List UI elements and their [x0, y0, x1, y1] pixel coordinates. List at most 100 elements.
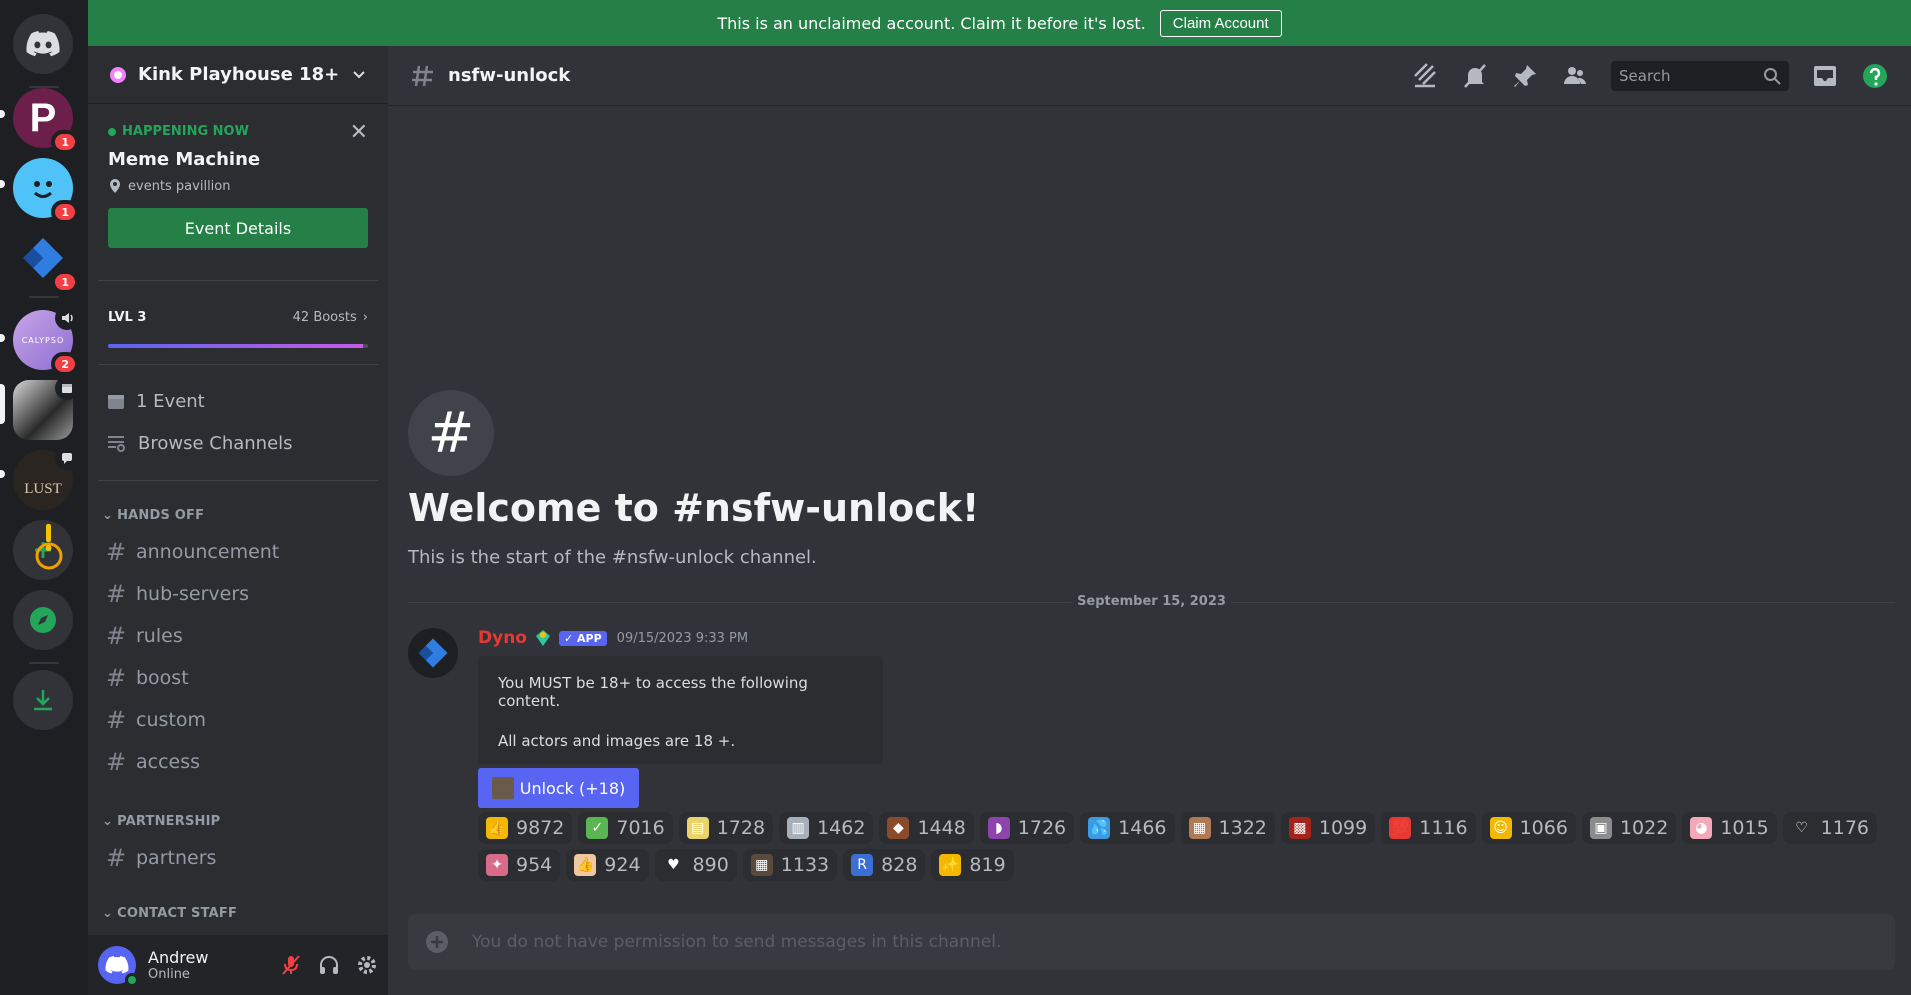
- role-badge-icon: [535, 630, 550, 646]
- message-author[interactable]: Dyno: [478, 628, 527, 648]
- threads-icon[interactable]: [1411, 62, 1439, 90]
- user-name: Andrew: [148, 948, 209, 967]
- hash-icon: #: [106, 664, 127, 692]
- reaction-chip[interactable]: ✦ 954: [478, 849, 561, 881]
- reaction-emoji-icon: ☺: [1489, 817, 1512, 839]
- gear-icon[interactable]: [356, 954, 378, 976]
- channel-announcement[interactable]: # announcement: [106, 534, 376, 570]
- channel-access[interactable]: # access: [106, 744, 376, 780]
- events-nav-label: 1 Event: [136, 390, 205, 412]
- browse-channels-icon: [108, 436, 125, 452]
- channel-header: nsfw-unlock Search: [388, 46, 1911, 106]
- pin-icon[interactable]: [1511, 62, 1539, 90]
- category-hands-off[interactable]: ⌄ HANDS OFF: [102, 508, 204, 523]
- member-list-icon[interactable]: [1561, 62, 1589, 90]
- reaction-chip[interactable]: ▤ 1728: [678, 812, 774, 844]
- reaction-chip[interactable]: ▦ 1322: [1180, 812, 1275, 844]
- help-icon[interactable]: [1861, 62, 1889, 90]
- channel-partners[interactable]: # partners: [106, 840, 376, 876]
- reaction-chip[interactable]: ▩ 1099: [1280, 812, 1376, 844]
- reaction-chip[interactable]: 💦 1466: [1080, 812, 1175, 844]
- reaction-chip[interactable]: ▦ 1133: [742, 849, 838, 881]
- search-placeholder: Search: [1619, 66, 1671, 85]
- attach-plus-icon[interactable]: [424, 927, 454, 957]
- reaction-chip[interactable]: ◕ 1015: [1682, 812, 1777, 844]
- reaction-emoji-icon: ◆: [887, 817, 910, 839]
- server-dyno[interactable]: 1: [13, 228, 79, 294]
- search-input[interactable]: Search: [1611, 60, 1789, 91]
- category-label: HANDS OFF: [117, 508, 205, 523]
- explore-servers-button[interactable]: [13, 590, 73, 650]
- download-apps-button[interactable]: [13, 670, 73, 730]
- channel-boost[interactable]: # boost: [106, 660, 376, 696]
- channel-custom[interactable]: # custom: [106, 702, 376, 738]
- category-label: CONTACT STAFF: [117, 906, 238, 921]
- channel-rules[interactable]: # rules: [106, 618, 376, 654]
- server-smiley[interactable]: 1: [13, 158, 79, 224]
- channel-sidebar: Kink Playhouse 18+ HAPPENING NOW ✕ Meme …: [88, 46, 388, 995]
- user-status: Online: [148, 967, 190, 982]
- avatar[interactable]: [98, 946, 139, 987]
- server-lust[interactable]: LUST: [13, 446, 79, 510]
- discord-home-button[interactable]: [13, 14, 73, 74]
- reaction-emoji-icon: ✓: [586, 817, 609, 839]
- headphones-icon[interactable]: [318, 954, 340, 976]
- guild-header[interactable]: Kink Playhouse 18+: [88, 46, 388, 104]
- happening-now-card: HAPPENING NOW ✕ Meme Machine events pavi…: [108, 120, 368, 248]
- boost-progress-row[interactable]: LVL 3 42 Boosts ›: [108, 310, 368, 325]
- reaction-chip[interactable]: 👍 9872: [478, 812, 573, 844]
- reaction-chip[interactable]: R 828: [843, 849, 926, 881]
- notification-bell-muted-icon[interactable]: [1461, 62, 1489, 90]
- message-timestamp: 09/15/2023 9:33 PM: [616, 630, 749, 646]
- channel-welcome-hash-icon: #: [408, 390, 494, 476]
- add-server-button[interactable]: [13, 520, 73, 580]
- server-p[interactable]: P 1: [13, 88, 79, 154]
- events-nav-item[interactable]: 1 Event: [106, 384, 376, 418]
- event-location: events pavillion: [108, 178, 368, 194]
- muted-mic-icon[interactable]: [280, 954, 302, 976]
- chevron-right-icon: ›: [362, 310, 368, 325]
- claim-account-button[interactable]: Claim Account: [1159, 9, 1282, 37]
- online-status-icon: [125, 973, 139, 987]
- inbox-icon[interactable]: [1811, 62, 1839, 90]
- reaction-chip[interactable]: 👍 924: [566, 849, 649, 881]
- channel-hub-servers[interactable]: # hub-servers: [106, 576, 376, 612]
- reaction-chip[interactable]: ♡ 1176: [1782, 812, 1878, 844]
- event-location-text: events pavillion: [128, 178, 231, 194]
- reaction-chip[interactable]: ▥ 1462: [779, 812, 874, 844]
- unread-pill: [0, 334, 5, 342]
- chevron-down-icon: ⌄: [102, 814, 114, 829]
- category-contact-staff[interactable]: ⌄ CONTACT STAFF: [102, 906, 237, 921]
- event-details-button[interactable]: Event Details: [108, 208, 368, 248]
- reaction-emoji-icon: ✦: [486, 854, 508, 876]
- reaction-chip[interactable]: ◗ 1726: [979, 812, 1075, 844]
- user-info[interactable]: Andrew Online: [148, 948, 208, 982]
- date-divider: September 15, 2023: [408, 594, 1895, 609]
- reaction-emoji-icon: ◗: [987, 817, 1010, 839]
- server-p-icon: P: [29, 95, 57, 140]
- unlock-button[interactable]: Unlock (+18): [478, 768, 639, 808]
- reaction-chip[interactable]: ◆ 1448: [879, 812, 974, 844]
- reaction-chip[interactable]: ▣ 1022: [1581, 812, 1677, 844]
- user-controls: [280, 954, 378, 976]
- browse-channels-nav-item[interactable]: Browse Channels: [106, 426, 376, 460]
- category-partnership[interactable]: ⌄ PARTNERSHIP: [102, 814, 220, 829]
- close-icon[interactable]: ✕: [350, 120, 368, 145]
- reaction-chip[interactable]: ♥ 890: [654, 849, 737, 881]
- message-avatar[interactable]: [408, 628, 458, 678]
- reaction-chip[interactable]: ☺ 1066: [1481, 812, 1576, 844]
- reaction-chip[interactable]: ✓ 7016: [578, 812, 673, 844]
- live-dot-icon: [108, 127, 116, 136]
- message-composer[interactable]: You do not have permission to send messa…: [408, 914, 1895, 970]
- calendar-icon: [108, 395, 124, 409]
- server-current[interactable]: [13, 376, 79, 440]
- reaction-emoji-icon: 👍: [486, 817, 508, 839]
- rail-separator: [29, 296, 59, 298]
- reaction-count: 7016: [616, 817, 665, 839]
- unlock-button-label: Unlock (+18): [519, 778, 626, 798]
- boost-count: 42 Boosts: [292, 310, 357, 325]
- server-calypso[interactable]: CALYPSO 2: [13, 306, 79, 376]
- reaction-chip[interactable]: 💯 1116: [1381, 812, 1476, 844]
- hash-icon: #: [106, 580, 127, 608]
- reaction-chip[interactable]: ✨ 819: [931, 849, 1014, 881]
